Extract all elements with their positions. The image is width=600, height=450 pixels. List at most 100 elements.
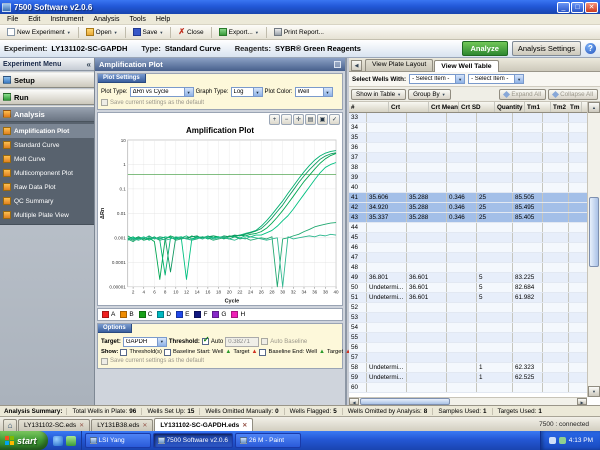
table-row[interactable]: 56 [349,343,587,353]
taskbar-window-button[interactable]: LSI Yang [85,433,151,448]
table-row[interactable]: 33 [349,113,587,123]
close-tab-icon[interactable]: ✕ [79,422,84,429]
save-button[interactable]: Save ▼ [129,26,168,38]
start-button[interactable]: start [0,431,48,450]
menu-item[interactable]: Edit [23,16,45,23]
table-row[interactable]: 38 [349,163,587,173]
scroll-up-icon[interactable]: ▲ [588,102,600,113]
copy-icon[interactable]: ▣ [317,114,328,125]
chart-settings-icon[interactable]: ✓ [329,114,340,125]
collapse-all-button[interactable]: Collapse All [548,89,598,100]
auto-baseline-checkbox[interactable] [261,338,268,345]
collapse-sidebar-button[interactable]: « [87,60,91,69]
home-tab[interactable]: ⌂ [3,419,17,431]
column-header[interactable]: Crt SD [459,102,495,112]
table-row[interactable]: 34 [349,123,587,133]
analysis-submenu-item[interactable]: Melt Curve [0,152,94,166]
column-header[interactable]: Crt Mean [429,102,459,112]
plot-color-select[interactable]: Well ▼ [295,87,333,97]
table-row[interactable]: 45 [349,233,587,243]
column-header[interactable]: # [349,102,389,112]
table-row[interactable]: 52 [349,303,587,313]
legend-item[interactable]: G [212,311,226,318]
column-header[interactable]: Tm2 [551,102,568,112]
table-row[interactable]: 51 Undetermi... 36.601 5 61.982 [349,293,587,303]
column-header[interactable]: Tm [568,102,582,112]
minimize-button[interactable]: _ [557,2,570,13]
amplification-plot-chart[interactable]: 2468101214161820222426283032343638401010… [98,136,342,305]
legend-item[interactable]: F [194,311,207,318]
table-row[interactable]: 59 Undetermi... 1 62.525 [349,373,587,383]
close-tab-icon[interactable]: ✕ [142,422,147,429]
table-row[interactable]: 54 [349,323,587,333]
legend-item[interactable]: D [157,311,171,318]
scroll-left-icon[interactable]: ◀ [349,398,359,405]
open-button[interactable]: Open ▼ [82,26,122,38]
table-row[interactable]: 47 [349,253,587,263]
close-tab-icon[interactable]: ✕ [242,422,247,429]
expand-all-button[interactable]: Expand All [499,89,546,100]
table-row[interactable]: 55 [349,333,587,343]
table-row[interactable]: 43 35.337 35.288 0.346 25 85.405 [349,213,587,223]
filter-property-select[interactable]: - Select Item - ▼ [409,74,465,84]
table-row[interactable]: 41 35.606 35.288 0.346 25 85.505 [349,193,587,203]
menu-item[interactable]: File [2,16,23,23]
threshold-value-field[interactable] [225,337,259,347]
document-tab[interactable]: LY131102-SC-GAPDH.eds ✕ [154,418,253,431]
document-tab[interactable]: LY131B38.eds ✕ [91,419,153,431]
show-in-table-button[interactable]: Show in Table ▼ [351,89,406,100]
collapse-panel-button[interactable]: ◀ [351,60,362,71]
sidebar-section-run[interactable]: Run [0,89,94,105]
analysis-submenu-item[interactable]: Multiple Plate View [0,208,94,222]
baseline-start-checkbox[interactable] [164,349,171,356]
filter-value-select[interactable]: - Select Item - ▼ [468,74,524,84]
column-header[interactable]: Crt [389,102,429,112]
save-default-checkbox[interactable] [101,358,108,365]
baseline-end-checkbox[interactable] [259,349,266,356]
taskbar-window-button[interactable]: 7500 Software v2.0.6 [153,433,233,448]
menu-item[interactable]: Help [151,16,175,23]
vertical-scrollbar[interactable]: ▲ ▼ [587,102,600,397]
sidebar-section-analysis[interactable]: Analysis [0,106,94,122]
close-button[interactable]: ✕ [585,2,598,13]
menu-item[interactable]: Analysis [88,16,124,23]
plot-settings-tab[interactable]: Plot Settings [98,74,146,83]
table-row[interactable]: 44 [349,223,587,233]
menu-item[interactable]: Tools [125,16,151,23]
analysis-submenu-item[interactable]: Amplification Plot [0,124,94,138]
volume-icon[interactable] [549,437,556,444]
analysis-submenu-item[interactable]: Multicomponent Plot [0,166,94,180]
column-header[interactable]: Quantity [495,102,525,112]
legend-item[interactable]: B [120,311,133,318]
table-row[interactable]: 39 [349,173,587,183]
horizontal-scrollbar[interactable]: ◀ ▶ [349,397,587,405]
table-row[interactable]: 48 [349,263,587,273]
options-tab[interactable]: Options [98,324,132,333]
table-row[interactable]: 57 [349,353,587,363]
table-row[interactable]: 60 [349,383,587,393]
zoom-in-icon[interactable]: + [269,114,280,125]
graph-type-select[interactable]: Log ▼ [231,87,263,97]
analyze-button[interactable]: Analyze [462,41,508,56]
panel-tab[interactable]: View Well Table [434,60,498,72]
analysis-settings-button[interactable]: Analysis Settings [512,41,581,56]
column-header[interactable]: Tm1 [525,102,551,112]
quick-launch-desktop-icon[interactable] [66,436,76,446]
pan-icon[interactable]: ✛ [293,114,304,125]
legend-item[interactable]: A [102,311,115,318]
scroll-down-icon[interactable]: ▼ [588,386,600,397]
table-row[interactable]: 50 Undetermi... 36.601 5 82.684 [349,283,587,293]
scrollbar-thumb[interactable] [589,197,599,267]
new-experiment-button[interactable]: New Experiment ▼ [3,26,75,38]
auto-threshold-checkbox[interactable]: ✓ [202,338,209,345]
table-row[interactable]: 42 34.920 35.288 0.346 25 85.495 [349,203,587,213]
export-button[interactable]: Export... ▼ [215,26,263,38]
document-tab[interactable]: LY131102-SC.eds ✕ [18,419,90,431]
show-threshold-checkbox[interactable] [120,349,127,356]
print-icon[interactable]: ▤ [305,114,316,125]
legend-item[interactable]: C [139,311,153,318]
group-by-button[interactable]: Group By ▼ [408,89,451,100]
quick-launch-browser-icon[interactable] [53,436,63,446]
table-row[interactable]: 53 [349,313,587,323]
table-row[interactable]: 35 [349,133,587,143]
